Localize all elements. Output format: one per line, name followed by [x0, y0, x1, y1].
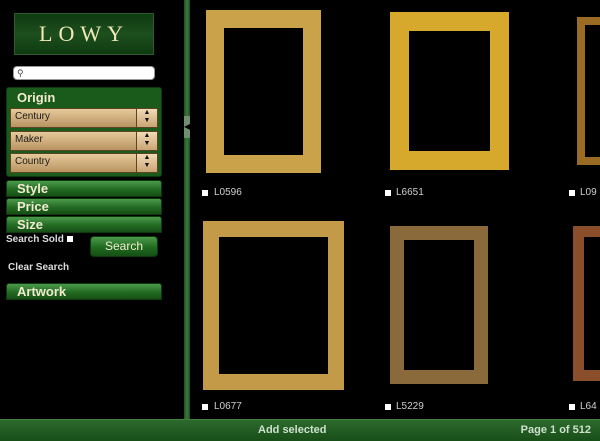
item-code[interactable]: L64: [580, 401, 597, 412]
select-checkbox[interactable]: [569, 404, 575, 410]
results-grid: L0596 L6651 L09 L0677 L5229 L64: [190, 0, 600, 419]
item-code[interactable]: L0596: [214, 187, 242, 198]
pagination-label: Page 1 of 512: [520, 424, 591, 436]
footer-bar: Add selected Page 1 of 512: [0, 419, 600, 441]
select-checkbox[interactable]: [385, 404, 391, 410]
century-select-label: Century: [15, 111, 51, 122]
search-sold-label: Search Sold: [6, 234, 64, 245]
chevron-updown-icon: ▲ ▼: [136, 109, 157, 127]
frame-image[interactable]: [573, 226, 600, 381]
frame-image[interactable]: [206, 10, 321, 173]
search-icon: ⚲: [17, 68, 24, 78]
lowy-logo[interactable]: LOWY: [14, 13, 154, 55]
origin-title[interactable]: Origin: [17, 90, 55, 105]
artwork-section[interactable]: Artwork: [6, 283, 162, 300]
country-select[interactable]: Country ▲ ▼: [10, 153, 158, 173]
select-checkbox[interactable]: [569, 190, 575, 196]
search-input[interactable]: ⚲: [13, 66, 155, 80]
search-sold-checkbox[interactable]: [67, 236, 73, 242]
chevron-updown-icon: ▲ ▼: [136, 132, 157, 150]
frame-image[interactable]: [577, 17, 600, 165]
chevron-updown-icon: ▲ ▼: [136, 154, 157, 172]
sidebar: LOWY ⚲ Origin Century ▲ ▼ Maker ▲ ▼ Countr…: [0, 0, 184, 419]
maker-select[interactable]: Maker ▲ ▼: [10, 131, 158, 151]
logo-text: LOWY: [39, 21, 129, 46]
select-checkbox[interactable]: [385, 190, 391, 196]
frame-image[interactable]: [390, 226, 488, 384]
item-code[interactable]: L5229: [396, 401, 424, 412]
search-button[interactable]: Search: [90, 236, 158, 257]
maker-select-label: Maker: [15, 134, 43, 145]
origin-filter-panel: Origin Century ▲ ▼ Maker ▲ ▼ Country ▲ ▼: [6, 87, 162, 177]
frame-image[interactable]: [390, 12, 509, 170]
item-code[interactable]: L0677: [214, 401, 242, 412]
size-section[interactable]: Size: [6, 216, 162, 233]
frame-image[interactable]: [203, 221, 344, 390]
item-code[interactable]: L09: [580, 187, 597, 198]
style-section[interactable]: Style: [6, 180, 162, 197]
country-select-label: Country: [15, 156, 51, 167]
select-checkbox[interactable]: [202, 190, 208, 196]
select-checkbox[interactable]: [202, 404, 208, 410]
price-section[interactable]: Price: [6, 198, 162, 215]
item-code[interactable]: L6651: [396, 187, 424, 198]
clear-search-link[interactable]: Clear Search: [8, 262, 69, 273]
century-select[interactable]: Century ▲ ▼: [10, 108, 158, 128]
add-selected-button[interactable]: Add selected: [258, 424, 326, 436]
